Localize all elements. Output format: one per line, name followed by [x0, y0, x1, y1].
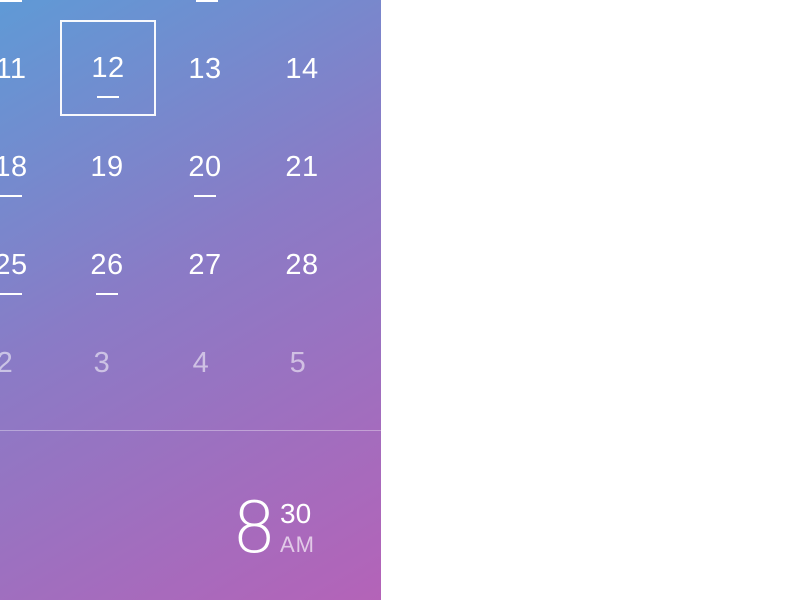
- day-number: 2: [0, 347, 14, 379]
- day-number: 14: [285, 53, 319, 85]
- calendar-day-next-month[interactable]: 2: [0, 315, 53, 411]
- event-indicator: [97, 96, 119, 98]
- day-number: 19: [90, 151, 124, 183]
- day-number: 20: [188, 151, 222, 183]
- calendar-day[interactable]: 13: [157, 21, 253, 117]
- day-number: 28: [285, 249, 319, 281]
- calendar-day-next-month[interactable]: 4: [153, 315, 249, 411]
- day-number: 4: [192, 347, 210, 379]
- calendar-day[interactable]: 14: [254, 21, 350, 117]
- day-number: 27: [188, 249, 222, 281]
- calendar-day[interactable]: 21: [254, 119, 350, 215]
- event-indicator: [0, 293, 22, 295]
- calendar-day[interactable]: 19: [59, 119, 155, 215]
- calendar-day[interactable]: 20: [157, 119, 253, 215]
- day-number: 21: [285, 151, 319, 183]
- day-number: 25: [0, 249, 28, 281]
- day-number: 13: [188, 53, 222, 85]
- time-hour[interactable]: 8: [232, 488, 277, 568]
- calendar-day-next-month[interactable]: 3: [54, 315, 150, 411]
- event-indicator: [194, 195, 216, 197]
- day-number: 18: [0, 151, 28, 183]
- day-number: 26: [90, 249, 124, 281]
- event-indicator: [196, 0, 218, 2]
- calendar-day[interactable]: 28: [254, 217, 350, 313]
- day-number: 11: [0, 53, 27, 85]
- day-number: 12: [91, 52, 125, 84]
- event-indicator: [0, 195, 22, 197]
- calendar-day[interactable]: 11: [0, 21, 59, 117]
- event-indicator: [96, 293, 118, 295]
- calendar-panel: 11 12 13 14 18 19 20 21 25 26 27 28 2 3 …: [0, 0, 381, 600]
- calendar-day[interactable]: 25: [0, 217, 59, 313]
- day-number: 3: [93, 347, 111, 379]
- calendar-day[interactable]: 18: [0, 119, 59, 215]
- day-number: 5: [289, 347, 307, 379]
- calendar-day[interactable]: 27: [157, 217, 253, 313]
- time-period[interactable]: AM: [280, 532, 315, 558]
- calendar-day-next-month[interactable]: 5: [250, 315, 346, 411]
- time-minutes[interactable]: 30: [280, 498, 311, 530]
- divider: [0, 430, 381, 431]
- event-indicator: [0, 0, 22, 2]
- calendar-day[interactable]: 26: [59, 217, 155, 313]
- calendar-day-selected[interactable]: 12: [60, 20, 156, 116]
